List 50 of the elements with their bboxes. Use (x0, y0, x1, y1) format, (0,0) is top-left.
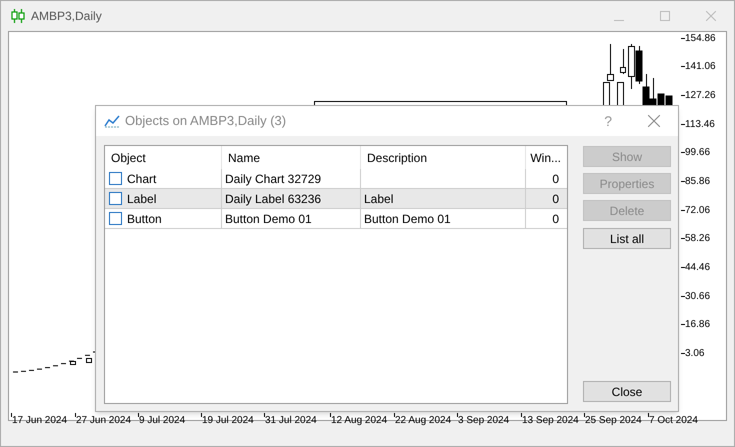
price-label: 58.26 (685, 232, 710, 246)
line-chart-icon (104, 114, 120, 128)
candlestick-icon (11, 9, 25, 23)
candle (620, 48, 626, 74)
price-label: 127.26 (685, 88, 716, 103)
window-title: AMBP3,Daily (31, 8, 102, 25)
price-label: 141.06 (685, 60, 716, 74)
table-cell-text: 0 (552, 190, 559, 208)
checkbox[interactable] (109, 192, 122, 205)
date-label: 27 Jun 2024 (76, 414, 132, 428)
table-cell-text: Label (127, 190, 156, 208)
checkbox[interactable] (109, 172, 122, 185)
price-label: 154.86 (685, 32, 716, 46)
candle (86, 358, 92, 363)
date-label: 31 Jul 2024 (265, 414, 317, 428)
date-label: 3 Sep 2024 (458, 414, 510, 428)
price-label: 16.86 (685, 318, 710, 332)
price-label: 99.66 (685, 146, 710, 160)
dialog-button[interactable]: List all (583, 228, 671, 249)
date-label: 13 Sep 2024 (522, 414, 579, 428)
date-label: 22 Aug 2024 (395, 414, 452, 428)
table-cell-text: Daily Label 63236 (225, 190, 322, 208)
dialog-button[interactable]: Close (583, 381, 671, 402)
price-label: 72.06 (685, 204, 710, 218)
table-row[interactable]: Chart Daily Chart 32729 0 (105, 169, 567, 189)
price-label: 113.46 (685, 118, 715, 132)
table-cell-text: Chart (127, 170, 156, 188)
table-cell-text: Button Demo 01 (364, 210, 451, 228)
price-label: 3.06 (685, 347, 704, 362)
close-icon[interactable] (648, 115, 660, 127)
table-cell-text: Daily Chart 32729 (225, 170, 322, 188)
price-label: 30.66 (685, 290, 710, 304)
table-cell-text: 0 (552, 170, 559, 188)
date-label: 25 Sep 2024 (585, 414, 642, 428)
table-cell-text: Label (364, 190, 394, 208)
table-cell-text: Button Demo 01 (225, 210, 312, 228)
table-cell-text: Button (127, 210, 162, 228)
date-label: 9 Jul 2024 (139, 414, 186, 428)
date-label: 17 Jun 2024 (12, 414, 68, 428)
date-label: 12 Aug 2024 (331, 414, 388, 428)
table-row[interactable]: Button Button Demo 01 Button Demo 01 0 (105, 209, 567, 229)
table-cell-text: 0 (552, 210, 559, 228)
column-header[interactable]: Win... (526, 146, 567, 169)
price-label: 44.46 (685, 261, 710, 275)
dialog-title: Objects on AMBP3,Daily (3) (125, 112, 286, 130)
date-label: 19 Jul 2024 (202, 414, 254, 428)
checkbox[interactable] (109, 212, 122, 225)
price-label: 85.86 (685, 174, 710, 189)
date-label: 7 Oct 2024 (649, 414, 698, 428)
table-row[interactable]: Label Daily Label 63236 Label 0 (105, 189, 567, 209)
